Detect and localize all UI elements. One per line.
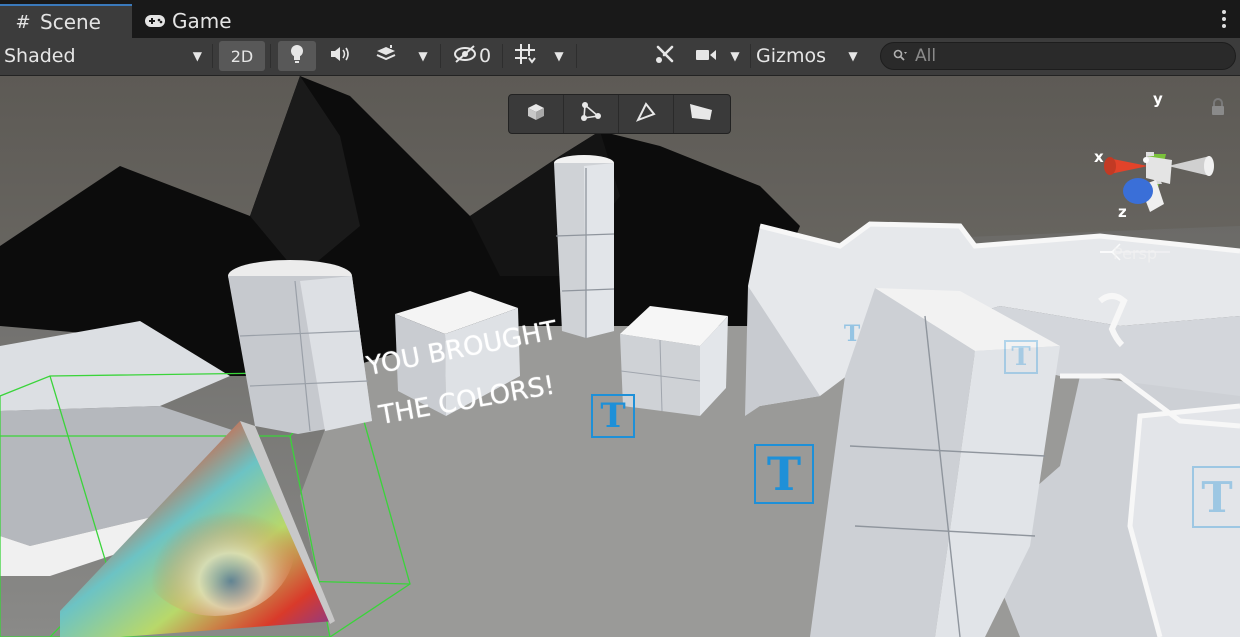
- tab-scene-label: Scene: [40, 10, 101, 34]
- gizmos-dropdown[interactable]: ▼: [840, 41, 866, 71]
- lightbulb-icon: [290, 44, 304, 69]
- tab-bar: # Scene Game: [0, 0, 1240, 38]
- camera-settings[interactable]: [690, 41, 722, 71]
- scene-viewport[interactable]: y x z Persp YOU BROUGHT THE COLORS! T T …: [0, 76, 1240, 637]
- lock-icon[interactable]: [1211, 98, 1225, 120]
- chevron-down-icon: ▼: [848, 49, 858, 63]
- scene-render: [0, 76, 1240, 637]
- audio-toggle[interactable]: [320, 41, 360, 71]
- tool-edge[interactable]: [619, 95, 674, 133]
- search-icon: [893, 46, 907, 66]
- eye-slash-icon: [453, 44, 477, 68]
- chevron-down-icon: ▼: [730, 49, 740, 63]
- chevron-down-icon: ▼: [554, 49, 564, 63]
- component-tools-panel: [508, 94, 731, 134]
- text-gizmo-icon[interactable]: T: [1192, 466, 1240, 528]
- tools-toggle[interactable]: [646, 41, 684, 71]
- search-input[interactable]: All: [915, 46, 936, 66]
- camera-dropdown[interactable]: ▼: [724, 41, 746, 71]
- grid-icon: [514, 43, 536, 70]
- toggle-2d-label: 2D: [230, 46, 254, 66]
- axis-z-label: z: [1118, 203, 1127, 221]
- nodes-icon: [579, 101, 603, 127]
- toggle-2d-button[interactable]: 2D: [219, 41, 265, 71]
- scene-search[interactable]: All: [880, 42, 1236, 70]
- tool-cube[interactable]: [509, 95, 564, 133]
- lighting-toggle[interactable]: [278, 41, 316, 71]
- tool-face[interactable]: [674, 95, 728, 133]
- triangle-icon: [634, 102, 658, 126]
- tool-vertex[interactable]: [564, 95, 619, 133]
- effects-toggle[interactable]: [366, 41, 406, 71]
- axis-x-label: x: [1094, 148, 1104, 166]
- text-gizmo-icon[interactable]: T: [1004, 340, 1038, 374]
- grid-toggle[interactable]: [506, 41, 544, 71]
- camera-icon: [695, 45, 717, 67]
- hash-grid-icon: #: [15, 11, 31, 33]
- speaker-icon: [329, 45, 351, 67]
- draw-mode-label: Shaded: [4, 45, 76, 67]
- tab-game[interactable]: Game: [132, 4, 276, 38]
- draw-mode-dropdown[interactable]: Shaded ▼: [0, 41, 210, 71]
- hidden-objects-toggle[interactable]: 0: [446, 41, 498, 71]
- gamepad-icon: [144, 14, 166, 28]
- tab-scene[interactable]: # Scene: [0, 4, 132, 38]
- chevron-down-icon: ▼: [192, 49, 202, 63]
- axis-y-label: y: [1153, 90, 1163, 108]
- wrench-tools-icon: [654, 43, 676, 70]
- projection-label[interactable]: Persp: [1113, 244, 1157, 263]
- text-gizmo-icon[interactable]: T: [591, 394, 635, 438]
- text-gizmo-icon[interactable]: T: [754, 444, 814, 504]
- effects-dropdown[interactable]: ▼: [410, 41, 436, 71]
- tab-game-label: Game: [172, 9, 232, 33]
- scene-toolbar: Shaded ▼ 2D ▼ 0 ▼ ▼ Gizmos ▼ All: [0, 38, 1240, 76]
- gizmos-button[interactable]: Gizmos: [754, 41, 836, 71]
- text-gizmo-icon[interactable]: T: [838, 316, 866, 352]
- hidden-count: 0: [478, 45, 492, 67]
- more-options-icon[interactable]: [1222, 10, 1226, 28]
- chevron-down-icon: ▼: [418, 49, 428, 63]
- cube-icon: [526, 102, 546, 126]
- effects-layers-icon: [375, 44, 397, 68]
- plane-icon: [688, 102, 714, 126]
- grid-dropdown[interactable]: ▼: [546, 41, 572, 71]
- gizmos-label: Gizmos: [756, 45, 827, 67]
